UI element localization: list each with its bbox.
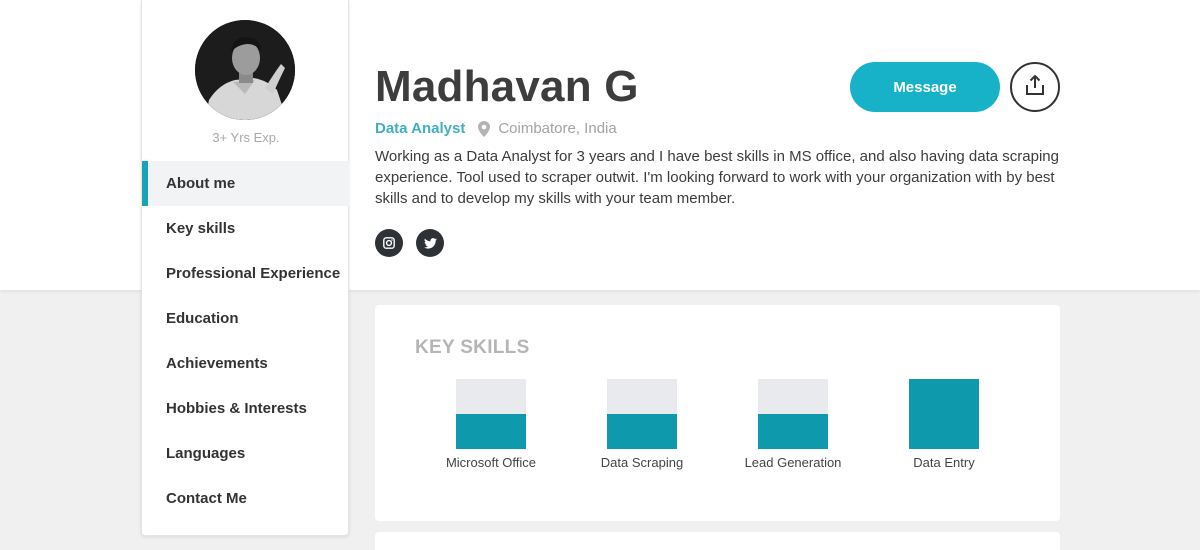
sidebar-item-key-skills[interactable]: Key skills [142, 206, 349, 251]
message-button[interactable]: Message [850, 62, 1000, 112]
sidebar-item-professional-experience[interactable]: Professional Experience [142, 251, 349, 296]
profile-name: Madhavan G [375, 62, 639, 111]
sidebar-nav: About me Key skills Professional Experie… [142, 161, 349, 521]
sidebar-item-languages[interactable]: Languages [142, 431, 349, 476]
sidebar-item-about-me[interactable]: About me [142, 161, 349, 206]
skill-bar-track [909, 379, 979, 449]
skill-label: Microsoft Office [445, 455, 537, 470]
skill-item: Lead Generation [728, 379, 858, 470]
key-skills-card: KEY SKILLS Microsoft Office Data Scraping… [375, 305, 1060, 521]
profile-location: Coimbatore, India [498, 120, 617, 137]
skill-item: Data Entry [879, 379, 1009, 470]
skill-bar-fill [909, 379, 979, 449]
share-icon [1025, 74, 1045, 101]
avatar [195, 20, 295, 120]
sidebar-item-education[interactable]: Education [142, 296, 349, 341]
twitter-icon[interactable] [416, 229, 444, 257]
social-links [375, 229, 444, 257]
profile-role: Data Analyst [375, 120, 466, 137]
skill-bar-track [607, 379, 677, 449]
skill-bar-track [758, 379, 828, 449]
skill-bar-fill [758, 414, 828, 449]
sidebar-item-contact-me[interactable]: Contact Me [142, 476, 349, 521]
skill-bar-fill [607, 414, 677, 449]
skill-item: Microsoft Office [426, 379, 556, 470]
skill-label: Data Scraping [600, 455, 684, 470]
profile-bio: Working as a Data Analyst for 3 years an… [375, 148, 1059, 207]
sidebar-item-achievements[interactable]: Achievements [142, 341, 349, 386]
share-button[interactable] [1010, 62, 1060, 112]
next-section-card [375, 532, 1060, 550]
instagram-icon[interactable] [375, 229, 403, 257]
skill-bar-track [456, 379, 526, 449]
skill-bar-fill [456, 414, 526, 449]
skill-label: Lead Generation [744, 455, 842, 470]
key-skills-title: KEY SKILLS [415, 337, 530, 358]
sidebar-item-hobbies-interests[interactable]: Hobbies & Interests [142, 386, 349, 431]
role-location-row: Data Analyst Coimbatore, India [375, 120, 617, 137]
experience-label: 3+ Yrs Exp. [212, 130, 280, 145]
skill-item: Data Scraping [577, 379, 707, 470]
skill-label: Data Entry [913, 455, 975, 470]
map-pin-icon [478, 120, 491, 137]
profile-sidebar: 3+ Yrs Exp. About me Key skills Professi… [141, 0, 349, 536]
